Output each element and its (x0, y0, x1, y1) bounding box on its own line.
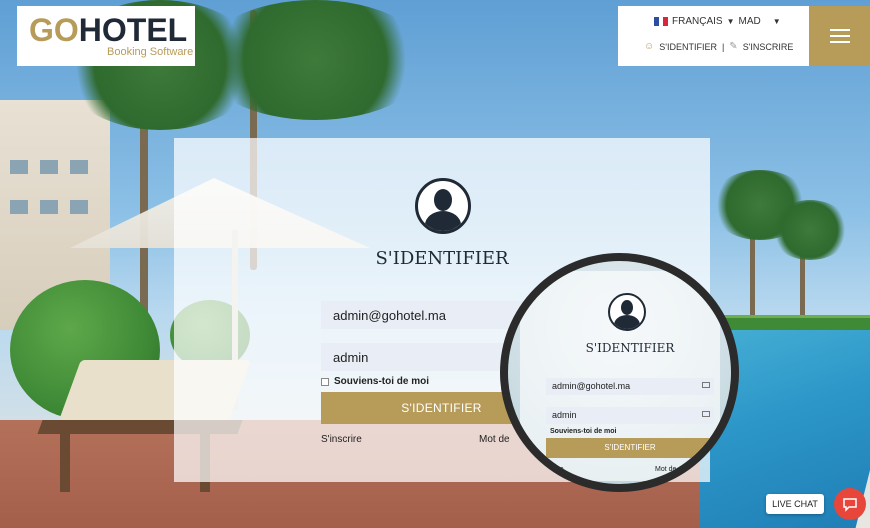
magnified-email-value: admin@gohotel.ma (552, 381, 631, 391)
chevron-down-icon[interactable]: ▼ (773, 17, 781, 26)
register-link[interactable]: S'inscrire (321, 434, 362, 445)
language-currency-row: FRANÇAIS ▼ MAD ▼ (654, 16, 781, 27)
logo-mark: GOHOTEL (29, 12, 187, 49)
magnified-title: S'IDENTIFIER (585, 341, 675, 355)
user-avatar-icon (608, 293, 646, 331)
menu-button[interactable] (809, 6, 870, 66)
magnifier-zoom: S'IDENTIFIER admin@gohotel.ma admin Souv… (500, 253, 739, 492)
hamburger-icon (829, 29, 850, 43)
logo[interactable]: GOHOTEL Booking Software (17, 6, 195, 66)
magnified-password-value: admin (552, 410, 577, 420)
chat-bubble-icon (843, 498, 857, 512)
language-select[interactable]: FRANÇAIS (672, 16, 723, 27)
auth-links: ☺ S'IDENTIFIER | ✎ S'INSCRIRE (644, 41, 793, 52)
forgot-password-link[interactable]: Mot de (479, 434, 510, 445)
remember-me[interactable]: Souviens-toi de moi (321, 376, 429, 387)
signin-link[interactable]: S'IDENTIFIER (659, 42, 717, 52)
france-flag-icon (654, 17, 669, 26)
currency-select[interactable]: MAD (738, 16, 760, 27)
logo-subtitle: Booking Software (107, 46, 194, 58)
signup-link[interactable]: S'INSCRIRE (743, 42, 794, 52)
separator: | (721, 41, 725, 52)
palm-leaves (770, 200, 850, 260)
magnified-submit-button: S'IDENTIFIER (546, 438, 714, 458)
remember-checkbox[interactable] (321, 377, 329, 386)
live-chat-button[interactable] (834, 488, 866, 520)
palm-leaves (200, 0, 430, 120)
magnified-password-input: admin (546, 407, 714, 424)
keyboard-icon (702, 411, 710, 417)
magnified-email-input: admin@gohotel.ma (546, 378, 714, 395)
magnified-forgot-link: Mot de passe (655, 466, 698, 473)
magnified-register-link: crire (550, 466, 564, 473)
lounger-leg (60, 432, 70, 492)
magnified-remember-label: Souviens-toi de moi (550, 428, 617, 435)
chevron-down-icon[interactable]: ▼ (727, 17, 735, 26)
edit-icon: ✎ (729, 41, 738, 52)
magnified-login-panel: S'IDENTIFIER admin@gohotel.ma admin Souv… (520, 271, 720, 481)
user-icon: ☺ (644, 41, 655, 52)
logo-text-hotel: HOTEL (78, 12, 188, 48)
user-avatar-icon (415, 178, 471, 234)
remember-label: Souviens-toi de moi (334, 376, 430, 387)
top-bar: FRANÇAIS ▼ MAD ▼ ☺ S'IDENTIFIER | ✎ S'IN… (618, 6, 809, 66)
logo-text-go: GO (29, 12, 79, 48)
live-chat-label[interactable]: LIVE CHAT (766, 494, 824, 514)
keyboard-icon (702, 382, 710, 388)
